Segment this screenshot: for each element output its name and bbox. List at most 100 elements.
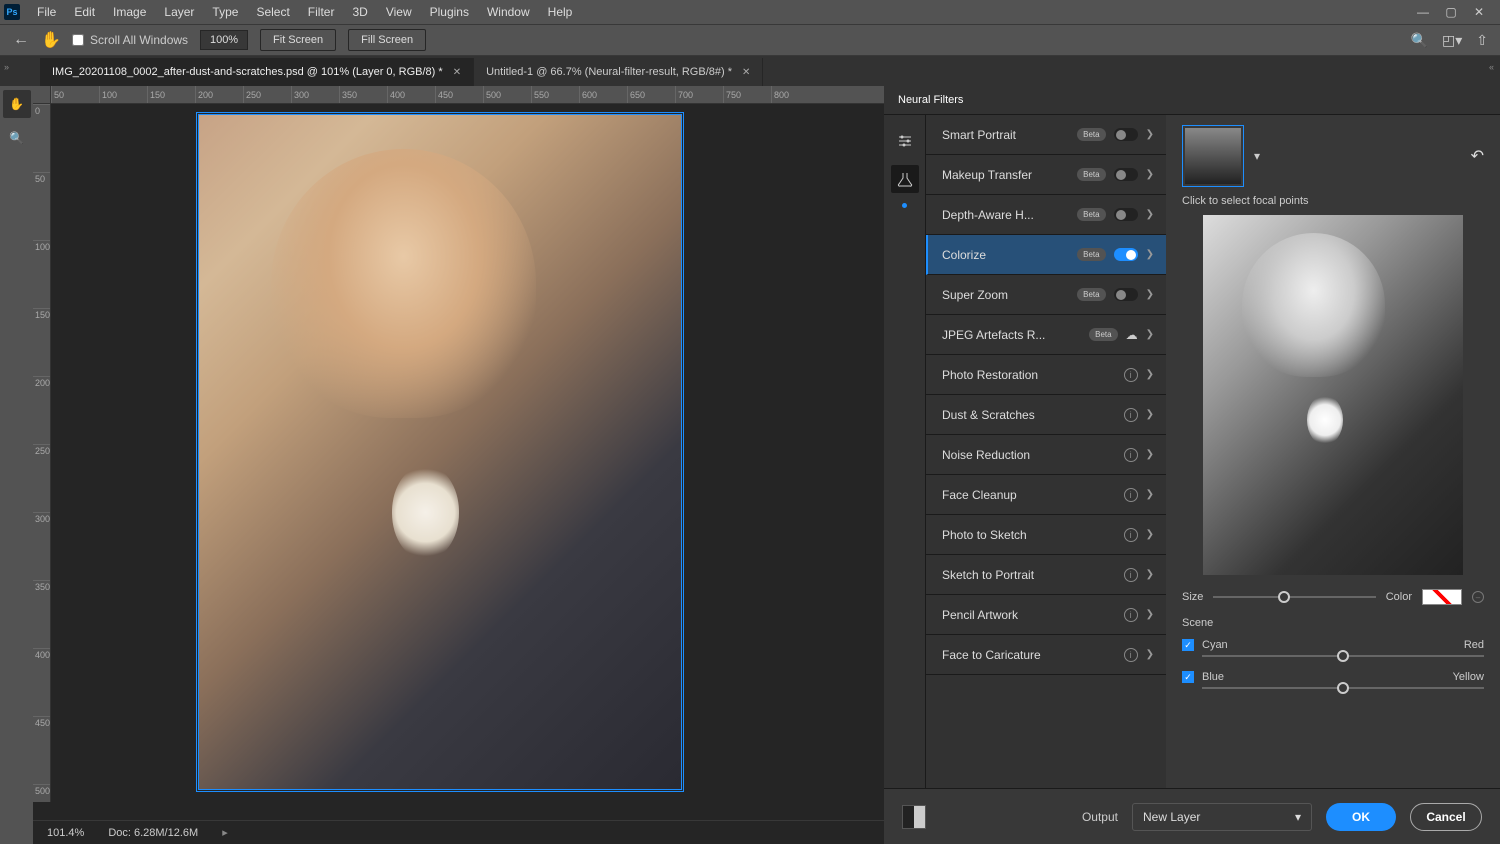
chevron-down-icon[interactable]: ▾ — [1254, 149, 1260, 163]
tab-label: Untitled-1 @ 66.7% (Neural-filter-result… — [486, 66, 732, 78]
maximize-icon[interactable]: ▢ — [1442, 5, 1460, 19]
filter-row[interactable]: Photo to Sketchi❯ — [926, 515, 1166, 555]
filter-toggle[interactable] — [1114, 248, 1138, 261]
ruler-tick: 100 — [99, 86, 147, 103]
filter-row[interactable]: Noise Reductioni❯ — [926, 435, 1166, 475]
color-swatch[interactable] — [1422, 589, 1462, 605]
info-icon[interactable]: i — [1124, 448, 1138, 462]
info-icon[interactable]: i — [1124, 608, 1138, 622]
filter-row[interactable]: JPEG Artefacts R...Beta☁❯ — [926, 315, 1166, 355]
filter-toggle[interactable] — [1114, 168, 1138, 181]
hand-tool[interactable]: ✋ — [3, 90, 31, 118]
cloud-download-icon[interactable]: ☁ — [1126, 328, 1138, 342]
beta-badge: Beta — [1077, 288, 1105, 301]
minimize-icon[interactable]: — — [1414, 5, 1432, 19]
share-icon[interactable]: ⇧ — [1476, 32, 1488, 49]
blue-yellow-slider[interactable] — [1202, 687, 1484, 689]
filter-row[interactable]: Photo Restorationi❯ — [926, 355, 1166, 395]
document-tab[interactable]: Untitled-1 @ 66.7% (Neural-filter-result… — [474, 58, 763, 86]
size-label: Size — [1182, 591, 1203, 603]
info-icon[interactable]: i — [1124, 648, 1138, 662]
ruler-tick: 150 — [33, 308, 50, 376]
filter-row[interactable]: Depth-Aware H...Beta❯ — [926, 195, 1166, 235]
cyan-checkbox[interactable]: ✓ — [1182, 639, 1194, 651]
ruler-tick: 400 — [387, 86, 435, 103]
preview-image[interactable] — [1203, 215, 1463, 575]
chevron-right-icon: ❯ — [1146, 609, 1154, 620]
scroll-all-checkbox[interactable]: Scroll All Windows — [72, 33, 188, 47]
back-icon[interactable]: ← — [12, 31, 30, 49]
filter-row[interactable]: ColorizeBeta❯ — [926, 235, 1166, 275]
filter-row[interactable]: Smart PortraitBeta❯ — [926, 115, 1166, 155]
filter-row[interactable]: Pencil Artworki❯ — [926, 595, 1166, 635]
cyan-red-slider[interactable] — [1202, 655, 1484, 657]
fit-screen-button[interactable]: Fit Screen — [260, 29, 336, 51]
menu-view[interactable]: View — [377, 0, 421, 24]
face-thumbnail[interactable] — [1182, 125, 1244, 187]
red-label: Red — [1464, 639, 1484, 651]
canvas[interactable]: 5010015020025030035040045050055060065070… — [33, 86, 884, 844]
menu-type[interactable]: Type — [203, 0, 247, 24]
info-icon[interactable]: i — [1124, 528, 1138, 542]
output-select[interactable]: New Layer ▾ — [1132, 803, 1312, 831]
remove-color-icon[interactable]: – — [1472, 591, 1484, 603]
zoom-tool[interactable]: 🔍 — [3, 124, 31, 152]
info-icon[interactable]: i — [1124, 408, 1138, 422]
menu-select[interactable]: Select — [247, 0, 298, 24]
menu-3d[interactable]: 3D — [343, 0, 376, 24]
info-icon[interactable]: i — [1124, 488, 1138, 502]
adjustments-icon[interactable] — [891, 127, 919, 155]
menu-help[interactable]: Help — [539, 0, 582, 24]
tab-close-icon[interactable]: ✕ — [742, 67, 750, 78]
chevron-down-icon: ▾ — [1295, 810, 1301, 824]
expand-right-icon[interactable]: « — [1489, 62, 1494, 72]
menu-edit[interactable]: Edit — [65, 0, 104, 24]
filter-name: Face Cleanup — [942, 488, 1116, 502]
size-row: Size Color – — [1182, 589, 1484, 605]
filter-list: Smart PortraitBeta❯Makeup TransferBeta❯D… — [926, 115, 1166, 788]
close-icon[interactable]: ✕ — [1470, 5, 1488, 19]
search-icon[interactable]: 🔍 — [1411, 32, 1428, 49]
filter-toggle[interactable] — [1114, 208, 1138, 221]
before-after-icon[interactable] — [902, 805, 926, 829]
ok-button[interactable]: OK — [1326, 803, 1396, 831]
status-chevron-icon[interactable]: ▸ — [222, 826, 228, 839]
panel-tab-neural-filters[interactable]: Neural Filters — [884, 88, 977, 114]
blue-checkbox[interactable]: ✓ — [1182, 671, 1194, 683]
info-icon[interactable]: i — [1124, 368, 1138, 382]
hand-tool-icon[interactable]: ✋ — [42, 31, 60, 49]
filter-row[interactable]: Makeup TransferBeta❯ — [926, 155, 1166, 195]
filter-name: Photo to Sketch — [942, 528, 1116, 542]
tab-close-icon[interactable]: ✕ — [453, 67, 461, 78]
output-select-value: New Layer — [1143, 810, 1200, 824]
filter-row[interactable]: Dust & Scratchesi❯ — [926, 395, 1166, 435]
cyan-label: Cyan — [1202, 639, 1228, 651]
menu-file[interactable]: File — [28, 0, 65, 24]
menu-image[interactable]: Image — [104, 0, 155, 24]
ruler-tick: 100 — [33, 240, 50, 308]
ruler-tick: 400 — [33, 648, 50, 716]
fill-screen-button[interactable]: Fill Screen — [348, 29, 426, 51]
zoom-field[interactable]: 100% — [200, 30, 248, 50]
beta-badge: Beta — [1077, 208, 1105, 221]
menu-layer[interactable]: Layer — [155, 0, 203, 24]
filter-toggle[interactable] — [1114, 128, 1138, 141]
document-image[interactable] — [198, 114, 682, 790]
size-slider[interactable] — [1213, 596, 1375, 598]
scroll-all-input[interactable] — [72, 34, 84, 46]
info-icon[interactable]: i — [1124, 568, 1138, 582]
filter-row[interactable]: Face to Caricaturei❯ — [926, 635, 1166, 675]
filter-row[interactable]: Sketch to Portraiti❯ — [926, 555, 1166, 595]
workspace-icon[interactable]: ◰▾ — [1442, 32, 1462, 49]
menu-window[interactable]: Window — [478, 0, 539, 24]
beta-filters-icon[interactable] — [891, 165, 919, 193]
filter-row[interactable]: Super ZoomBeta❯ — [926, 275, 1166, 315]
document-tab[interactable]: IMG_20201108_0002_after-dust-and-scratch… — [40, 58, 474, 86]
menu-plugins[interactable]: Plugins — [421, 0, 478, 24]
expand-left-icon[interactable]: » — [4, 62, 9, 72]
cancel-button[interactable]: Cancel — [1410, 803, 1482, 831]
filter-toggle[interactable] — [1114, 288, 1138, 301]
reset-icon[interactable]: ↶ — [1471, 146, 1484, 166]
menu-filter[interactable]: Filter — [299, 0, 344, 24]
filter-row[interactable]: Face Cleanupi❯ — [926, 475, 1166, 515]
